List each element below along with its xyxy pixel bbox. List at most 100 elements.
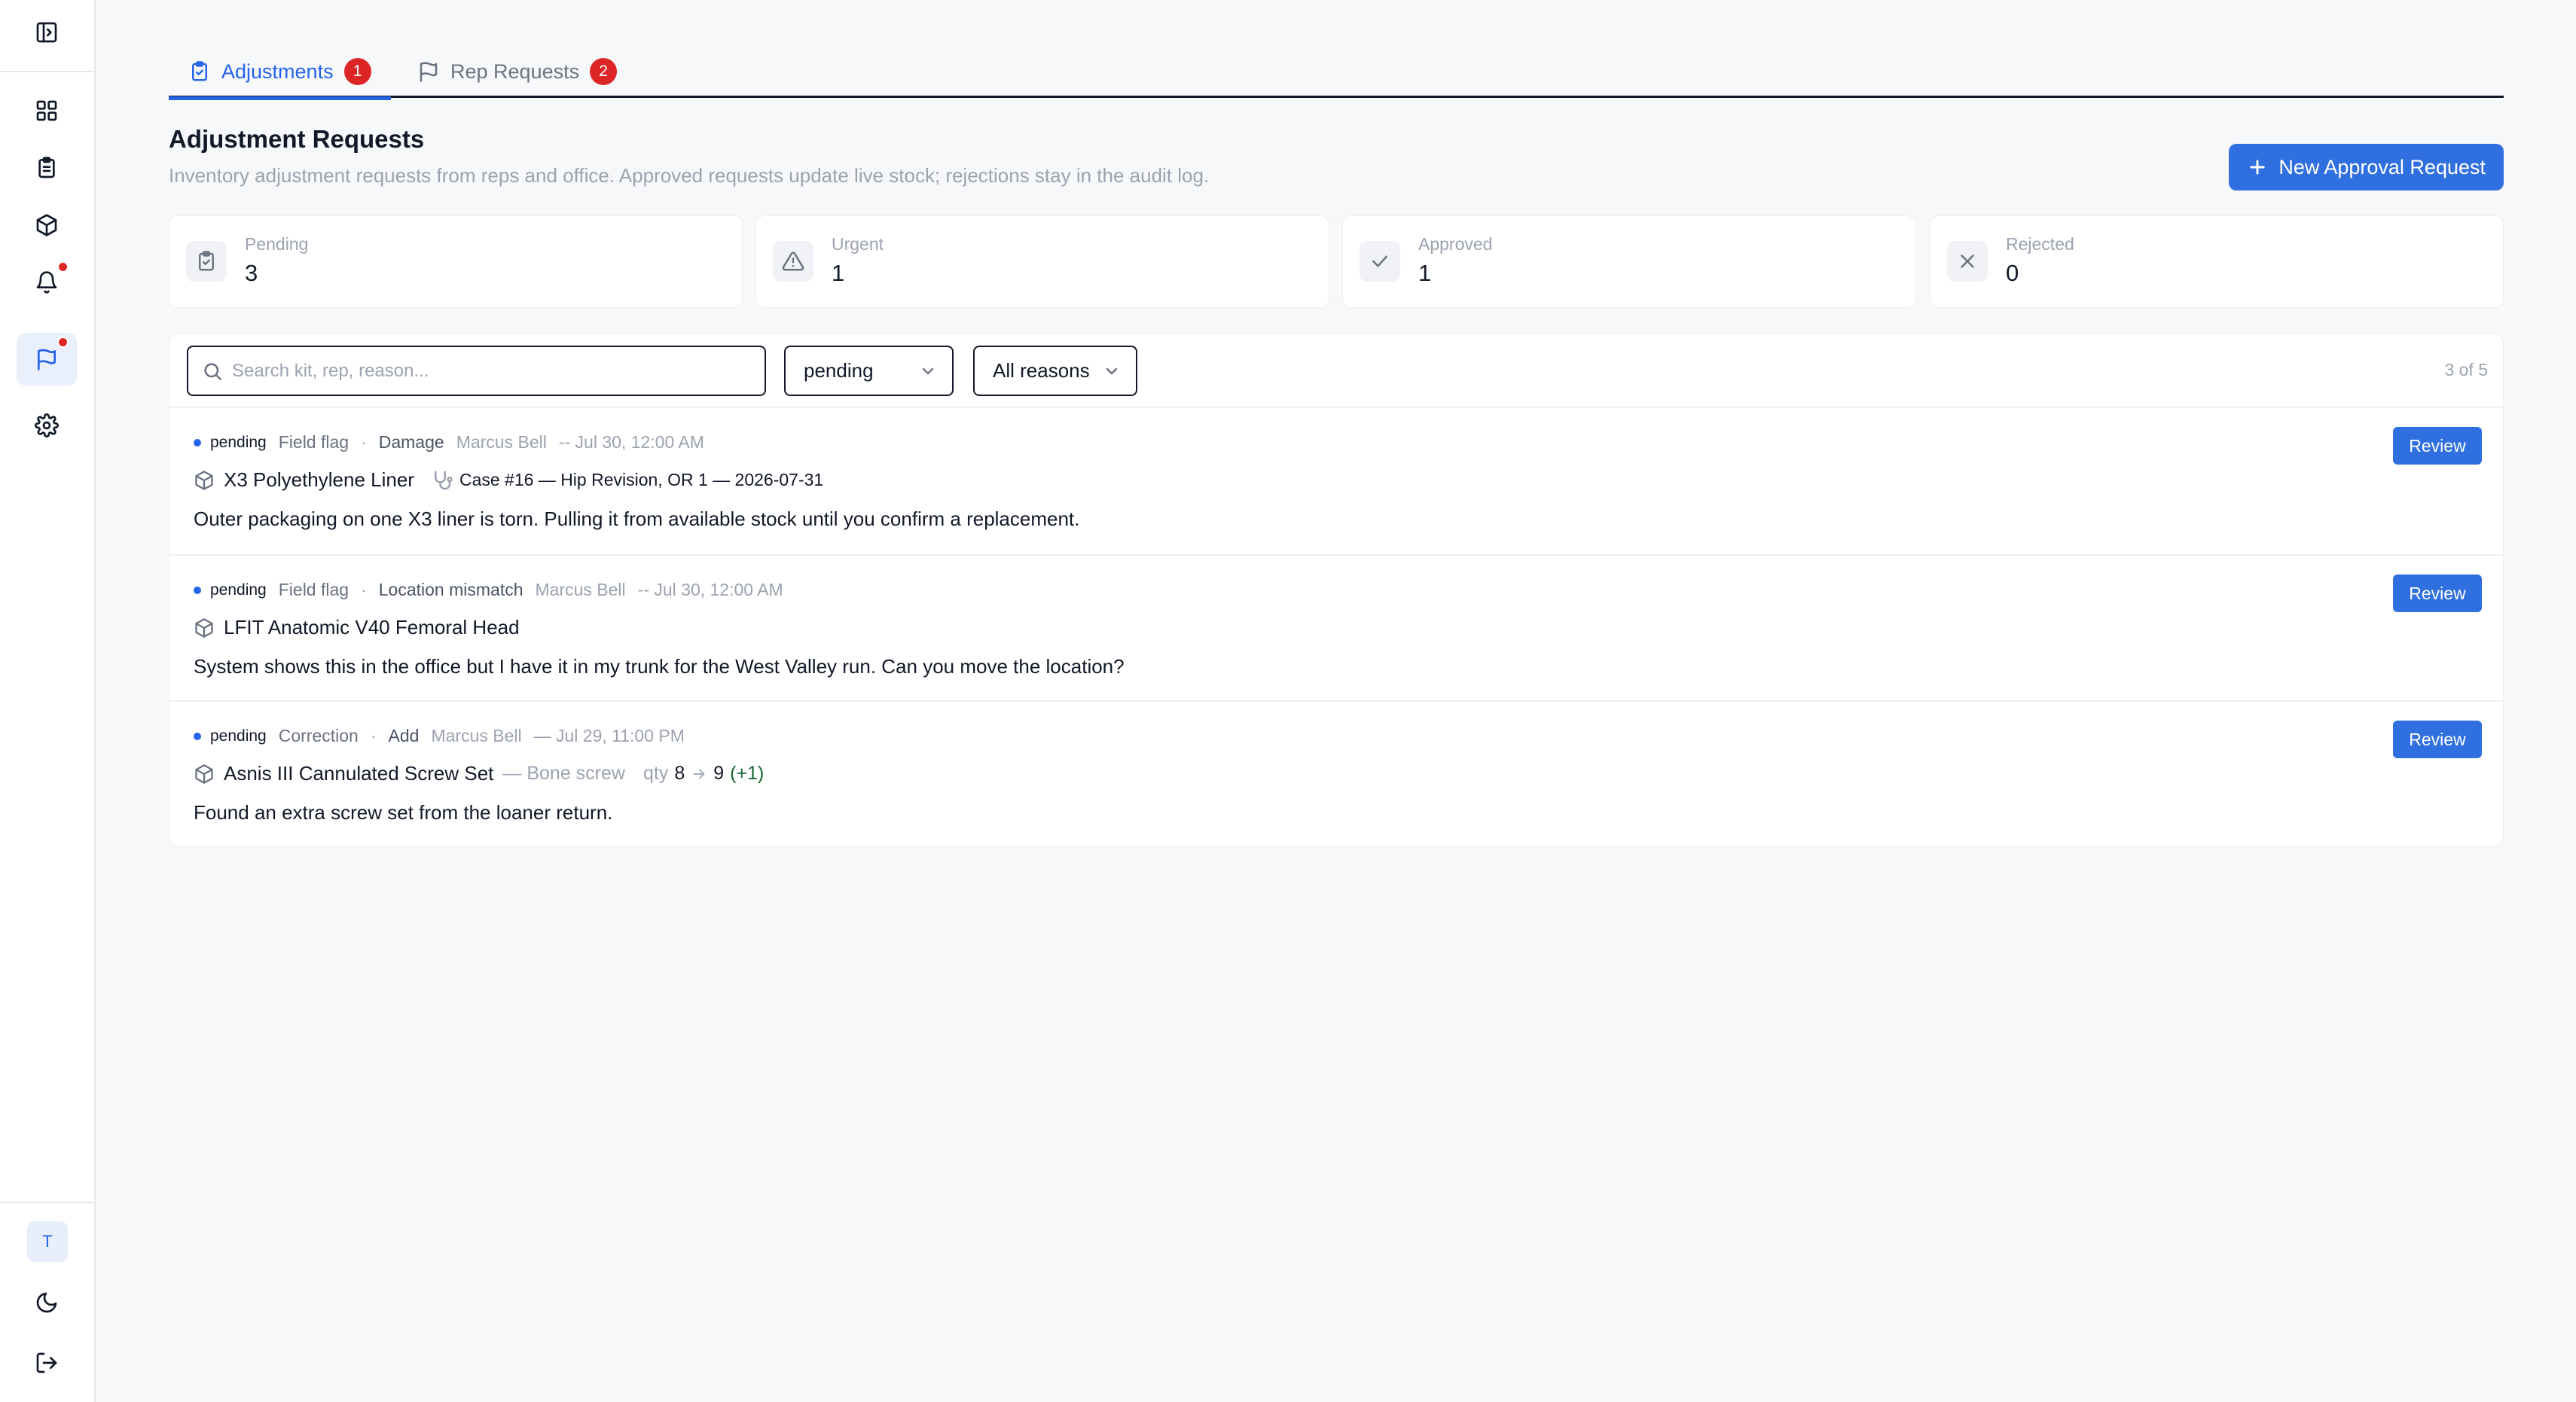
page-subtitle: Inventory adjustment requests from reps … — [169, 164, 1210, 187]
result-count: 3 of 5 — [2444, 360, 2488, 379]
bell-icon — [36, 271, 57, 294]
nav-dashboard[interactable] — [17, 84, 77, 137]
meta-separator: · — [361, 432, 367, 452]
flag-icon — [420, 62, 438, 82]
stat-card-rejected: Rejected 0 — [1930, 215, 2504, 308]
status-select-value: pending — [804, 359, 874, 382]
tab-bar: Adjustments 1 Rep Requests 2 — [169, 45, 2504, 100]
sidebar-divider — [0, 71, 94, 72]
moon-icon — [36, 1292, 57, 1313]
request-rep: Marcus Bell — [535, 580, 626, 599]
case-link[interactable]: Case #16 — Hip Revision, OR 1 — 2026-07-… — [431, 469, 823, 492]
qty-to: 9 — [713, 763, 725, 784]
search-input[interactable] — [232, 360, 744, 382]
stat-label: Urgent — [832, 234, 884, 254]
nav-inventory[interactable] — [17, 199, 77, 251]
request-type: Field flag — [278, 580, 349, 599]
request-rep: Marcus Bell — [431, 726, 522, 745]
nav-flags[interactable] — [17, 333, 77, 386]
nav-settings[interactable] — [17, 399, 77, 452]
logout-button[interactable] — [17, 1336, 77, 1389]
tab-adjustments[interactable]: Adjustments 1 — [169, 45, 391, 100]
stats-row: Pending 3 Urgent 1 Approved 1 Rejected 0 — [169, 215, 2504, 308]
review-button[interactable]: Review — [2393, 721, 2482, 758]
qty-label: qty — [642, 763, 669, 784]
package-icon — [195, 763, 213, 784]
stat-value: 3 — [245, 260, 258, 286]
logout-icon — [36, 1352, 57, 1373]
status-badge: pending — [210, 727, 267, 745]
plus-icon — [2250, 160, 2265, 175]
request-row[interactable]: pending Field flag · Location mismatch M… — [169, 554, 2504, 700]
request-item: X3 Polyethylene Liner Case #16 — Hip Rev… — [194, 468, 823, 492]
request-meta: pending Correction · Add Marcus Bell — J… — [194, 726, 685, 746]
status-dot — [194, 732, 201, 740]
package-icon — [195, 470, 213, 490]
page-title: Adjustment Requests — [169, 125, 425, 153]
search-box — [187, 346, 766, 396]
item-name: X3 Polyethylene Liner — [224, 468, 414, 491]
theme-toggle-button[interactable] — [17, 1276, 77, 1329]
tab-badge: 2 — [590, 58, 618, 85]
request-time: -- Jul 30, 12:00 AM — [558, 432, 704, 452]
reason-select[interactable]: All reasons — [973, 346, 1137, 396]
stat-label: Approved — [1418, 234, 1493, 254]
package-icon — [195, 617, 213, 638]
filter-bar: pending All reasons 3 of 5 — [169, 334, 2504, 408]
request-message: Outer packaging on one X3 liner is torn.… — [194, 507, 1080, 530]
qty-change: qty 8 9 (+1) — [643, 763, 764, 785]
review-button[interactable]: Review — [2393, 427, 2482, 465]
review-button[interactable]: Review — [2393, 575, 2482, 612]
request-row[interactable]: pending Correction · Add Marcus Bell — J… — [169, 700, 2504, 846]
status-select[interactable]: pending — [784, 346, 954, 396]
request-message: System shows this in the office but I ha… — [194, 655, 1125, 678]
stat-value: 1 — [1418, 260, 1432, 286]
request-row[interactable]: pending Field flag · Damage Marcus Bell … — [169, 408, 2504, 554]
stat-card-urgent: Urgent 1 — [755, 215, 1329, 308]
request-message: Found an extra screw set from the loaner… — [194, 801, 613, 824]
status-badge: pending — [210, 581, 267, 599]
clipboard-icon — [38, 157, 55, 178]
check-icon — [1372, 255, 1387, 267]
avatar[interactable]: T — [27, 1221, 68, 1262]
stat-card-approved: Approved 1 — [1342, 215, 1916, 308]
chevron-down-icon — [1106, 367, 1118, 374]
stat-label: Pending — [245, 234, 309, 254]
notification-dot — [57, 261, 69, 273]
request-meta: pending Field flag · Damage Marcus Bell … — [194, 432, 704, 453]
case-label: Case #16 — Hip Revision, OR 1 — 2026-07-… — [459, 470, 824, 489]
flags-dot — [57, 337, 69, 348]
arrow-right-icon — [693, 769, 705, 779]
request-time: -- Jul 30, 12:00 AM — [637, 580, 783, 599]
stethoscope-icon — [434, 471, 453, 489]
meta-separator: · — [370, 726, 377, 745]
request-type: Correction — [278, 726, 359, 745]
new-approval-request-label: New Approval Request — [2278, 155, 2486, 178]
status-dot — [194, 438, 201, 447]
stat-card-pending: Pending 3 — [169, 215, 743, 308]
dashboard-icon — [36, 100, 57, 121]
nav-cases[interactable] — [17, 142, 77, 194]
tab-rep-requests[interactable]: Rep Requests 2 — [417, 45, 618, 98]
request-rep: Marcus Bell — [456, 432, 547, 452]
request-meta: pending Field flag · Location mismatch M… — [194, 580, 783, 600]
status-dot — [194, 586, 201, 594]
new-approval-request-button[interactable]: New Approval Request — [2229, 144, 2504, 190]
nav-notifications[interactable] — [17, 256, 77, 309]
meta-separator: · — [361, 580, 367, 599]
x-icon — [1961, 254, 1974, 268]
warning-icon — [782, 251, 804, 271]
request-type: Field flag — [278, 432, 349, 452]
status-badge: pending — [210, 433, 267, 451]
tab-label: Adjustments — [221, 59, 334, 83]
reason-select-value: All reasons — [993, 359, 1090, 382]
sidebar-toggle-button[interactable] — [17, 6, 77, 59]
requests-panel: pending All reasons 3 of 5 pending Field… — [169, 334, 2504, 847]
item-name: Asnis III Cannulated Screw Set — [224, 762, 494, 785]
flag-icon — [38, 349, 56, 370]
qty-from: 8 — [674, 763, 685, 784]
settings-icon — [35, 413, 59, 437]
clipboard-check-icon — [192, 61, 207, 81]
request-item: Asnis III Cannulated Screw Set — Bone sc… — [194, 762, 764, 785]
request-reason: Location mismatch — [378, 580, 523, 599]
